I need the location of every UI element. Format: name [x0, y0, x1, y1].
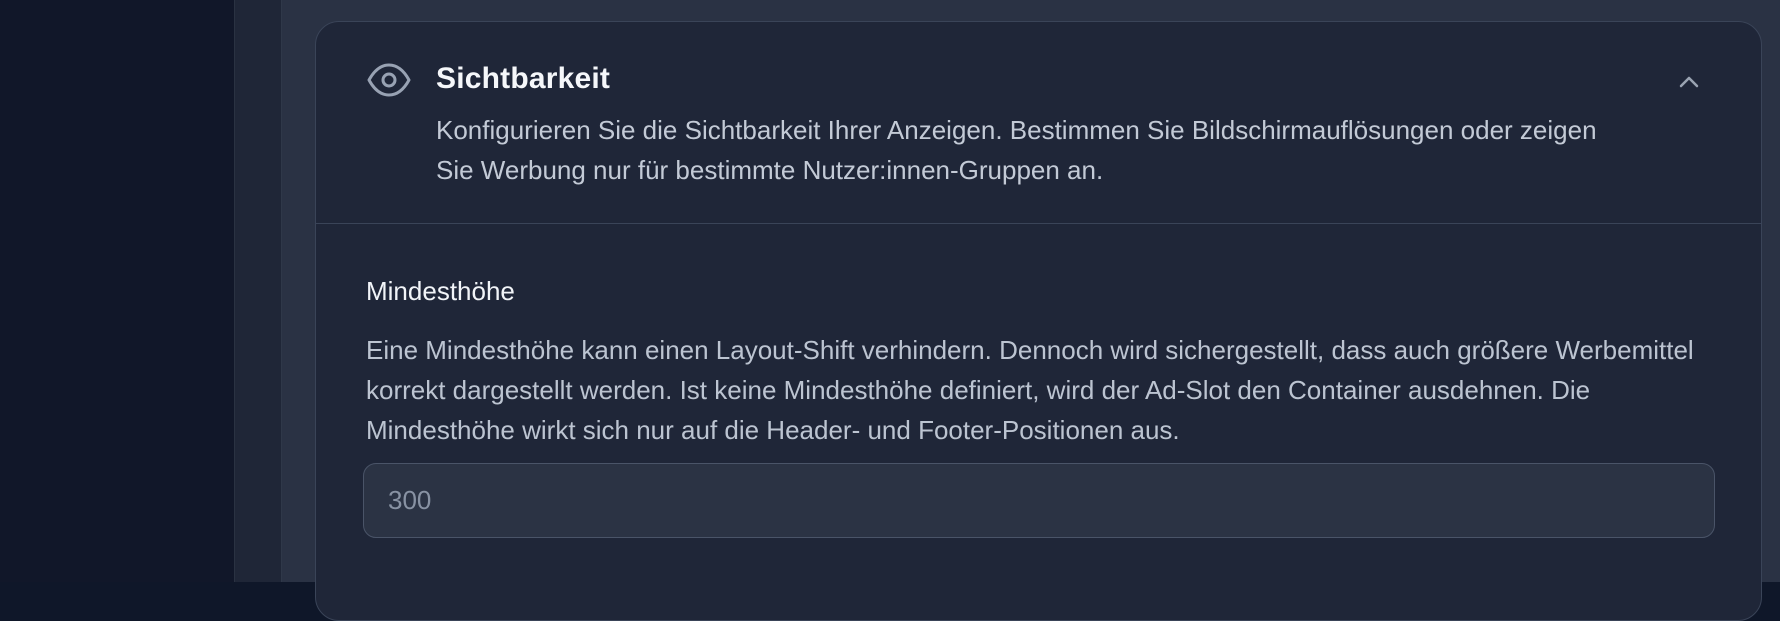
left-rail [0, 0, 234, 582]
section-title: Sichtbarkeit [436, 62, 611, 95]
collapse-button[interactable] [1669, 62, 1709, 102]
visibility-card-header[interactable]: Sichtbarkeit Konfigurieren Sie die Sicht… [316, 22, 1761, 224]
visibility-card: Sichtbarkeit Konfigurieren Sie die Sicht… [315, 21, 1762, 621]
min-height-input[interactable] [363, 463, 1715, 538]
min-height-help-text: Eine Mindesthöhe kann einen Layout-Shift… [366, 335, 1694, 445]
min-height-label: Mindesthöhe [366, 276, 515, 306]
chevron-up-icon [1679, 76, 1699, 88]
sidebar-strip [234, 0, 282, 582]
eye-icon [366, 60, 412, 100]
section-description: Konfigurieren Sie die Sichtbarkeit Ihrer… [436, 115, 1597, 185]
